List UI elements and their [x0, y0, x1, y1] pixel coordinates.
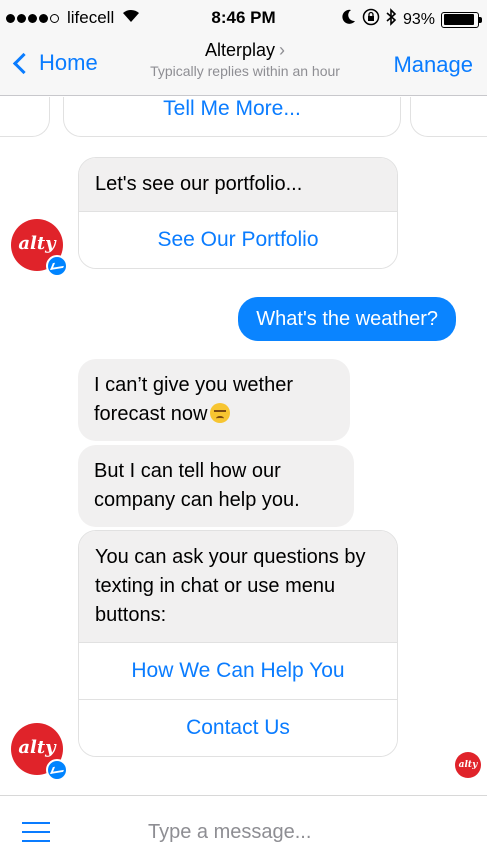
- conversation-title: Alterplay: [204, 40, 276, 60]
- bluetooth-icon: [386, 8, 397, 31]
- orientation-lock-icon: [362, 8, 380, 31]
- back-label: Home: [39, 50, 98, 75]
- messenger-icon: [46, 255, 68, 277]
- chevron-right-icon: ›: [279, 40, 286, 60]
- battery-fill: [443, 14, 475, 25]
- carousel-card-prev[interactable]: [0, 97, 50, 137]
- bot-message-2-text: But I can tell how our company can help …: [94, 460, 300, 511]
- conversation-subtitle: Typically replies within an hour: [150, 63, 340, 79]
- moon-icon: [342, 9, 356, 30]
- how-we-can-help-button[interactable]: How We Can Help You: [79, 642, 397, 699]
- tell-me-more-button[interactable]: Tell Me More...: [64, 97, 400, 121]
- carousel-card-next[interactable]: [410, 97, 487, 137]
- menu-text: You can ask your questions by texting in…: [79, 531, 397, 642]
- hamburger-menu-icon[interactable]: [22, 822, 50, 842]
- chevron-left-icon: [12, 52, 35, 74]
- conversation-header[interactable]: Alterplay › Typically replies within an h…: [110, 40, 380, 79]
- bot-message-2[interactable]: But I can tell how our company can help …: [78, 445, 354, 527]
- portfolio-text: Let's see our portfolio...: [79, 158, 397, 211]
- bot-avatar[interactable]: alty: [11, 723, 69, 781]
- messenger-icon: [46, 759, 68, 781]
- menu-message: You can ask your questions by texting in…: [78, 530, 398, 757]
- back-button[interactable]: Home: [10, 50, 98, 76]
- read-receipt-avatar: alty: [455, 752, 481, 778]
- bot-message-1-text: I can’t give you wether forecast now: [94, 374, 293, 425]
- contact-us-button[interactable]: Contact Us: [79, 699, 397, 756]
- message-input[interactable]: [148, 818, 468, 846]
- carousel-card: Tell Me More...: [63, 97, 401, 137]
- nav-bar: Home Alterplay › Typically replies within…: [0, 36, 487, 96]
- unamused-face-icon: [210, 403, 231, 423]
- bot-avatar[interactable]: alty: [11, 219, 69, 277]
- message-list[interactable]: Tell Me More... Let's see our portfolio.…: [0, 97, 487, 795]
- portfolio-message: Let's see our portfolio... See Our Portf…: [78, 157, 398, 269]
- battery-icon: [441, 11, 482, 28]
- status-bar: lifecell 8:46 PM 93%: [0, 0, 487, 36]
- battery-percent: 93%: [402, 10, 435, 28]
- see-portfolio-button[interactable]: See Our Portfolio: [79, 211, 397, 268]
- composer: [0, 795, 487, 864]
- manage-button[interactable]: Manage: [393, 52, 473, 78]
- outgoing-message[interactable]: What's the weather?: [238, 297, 456, 341]
- conversation-title-row: Alterplay ›: [110, 40, 380, 61]
- bot-message-1[interactable]: I can’t give you wether forecast now: [78, 359, 350, 441]
- status-right: 93%: [342, 8, 482, 31]
